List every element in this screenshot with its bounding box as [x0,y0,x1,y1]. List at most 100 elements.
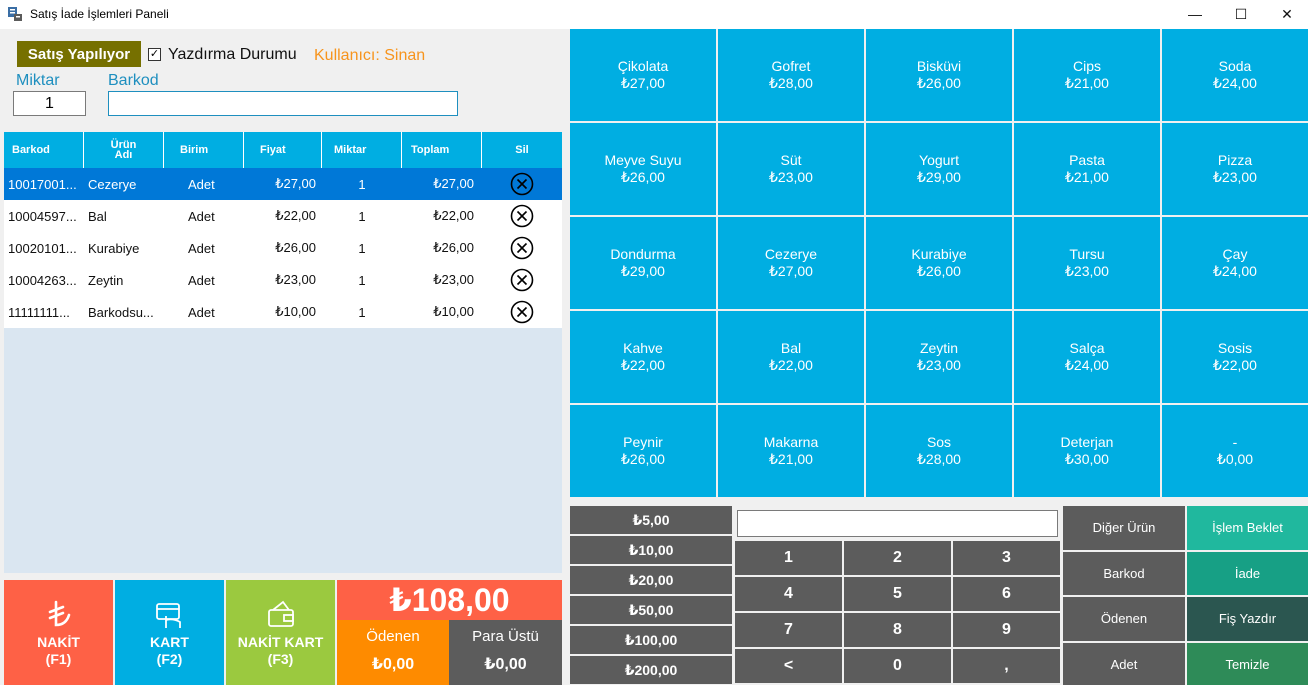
cart-grid: Barkod Ürün Adı Birim Fiyat Miktar Topla… [4,132,562,573]
numpad-key[interactable]: 7 [735,613,842,647]
numpad-key[interactable]: 5 [844,577,951,611]
product-button[interactable]: Dondurma ₺29,00 [570,217,716,309]
product-button[interactable]: Kahve ₺22,00 [570,311,716,403]
product-button[interactable]: Bisküvi ₺26,00 [866,29,1012,121]
table-row[interactable]: 10020101... Kurabiye Adet ₺26,00 1 ₺26,00 [4,232,562,264]
product-button[interactable]: Gofret ₺28,00 [718,29,864,121]
product-button[interactable]: Sos ₺28,00 [866,405,1012,497]
quick-cash-button[interactable]: ₺50,00 [570,596,732,624]
cell-qty: 1 [358,240,366,256]
barcode-button[interactable]: Barkod [1063,551,1185,595]
product-name: Salça [1069,340,1105,356]
maximize-button[interactable]: ☐ [1218,0,1264,28]
lira-icon [48,600,70,626]
left-panel: Satış Yapılıyor ✓ Yazdırma Durumu Kullan… [0,29,566,685]
minimize-button[interactable]: — [1172,0,1218,28]
cell-total: ₺26,00 [433,240,474,255]
table-row[interactable]: 11111111... Barkodsu... Adet ₺10,00 1 ₺10,00 [4,296,562,328]
numpad-key[interactable]: 8 [844,613,951,647]
close-button[interactable]: ✕ [1264,0,1308,28]
print-status-label[interactable]: Yazdırma Durumu [168,46,297,64]
circle-x-icon[interactable] [510,268,534,292]
header-barcode[interactable]: Barkod [4,132,84,168]
product-button[interactable]: - ₺0,00 [1162,405,1308,497]
numpad-key[interactable]: 9 [953,613,1060,647]
cash-shortcut: (F1) [45,650,72,667]
refund-button[interactable]: İade [1187,551,1308,595]
product-button[interactable]: Yogurt ₺29,00 [866,123,1012,215]
cell-total: ₺22,00 [433,208,474,223]
qty-button[interactable]: Adet [1063,642,1185,685]
numpad-display[interactable] [737,510,1058,537]
hold-transaction-button[interactable]: İşlem Beklet [1187,506,1308,550]
quick-cash-button[interactable]: ₺5,00 [570,506,732,534]
quick-cash-button[interactable]: ₺20,00 [570,566,732,594]
numpad-key[interactable]: 2 [844,541,951,575]
paid-button[interactable]: Ödenen [1063,597,1185,641]
circle-x-icon[interactable] [510,172,534,196]
cell-unit: Adet [188,240,215,256]
delete-cell [482,168,562,200]
product-button[interactable]: Makarna ₺21,00 [718,405,864,497]
product-button[interactable]: Salça ₺24,00 [1014,311,1160,403]
product-button[interactable]: Tursu ₺23,00 [1014,217,1160,309]
cell-price: ₺26,00 [275,240,316,255]
header-unit[interactable]: Birim [164,132,244,168]
numpad-key[interactable]: 0 [844,649,951,683]
product-price: ₺26,00 [917,75,961,91]
cell-qty: 1 [358,176,366,192]
header-price[interactable]: Fiyat [244,132,322,168]
print-receipt-button[interactable]: Fiş Yazdır [1187,597,1308,641]
product-button[interactable]: Kurabiye ₺26,00 [866,217,1012,309]
quick-cash-button[interactable]: ₺100,00 [570,626,732,654]
cell-unit: Adet [188,272,215,288]
status-badge: Satış Yapılıyor [17,41,141,67]
circle-x-icon[interactable] [510,204,534,228]
other-product-button[interactable]: Diğer Ürün [1063,506,1185,550]
table-row[interactable]: 10004597... Bal Adet ₺22,00 1 ₺22,00 [4,200,562,232]
product-button[interactable]: Cips ₺21,00 [1014,29,1160,121]
product-button[interactable]: Süt ₺23,00 [718,123,864,215]
product-button[interactable]: Çay ₺24,00 [1162,217,1308,309]
header-delete[interactable]: Sil [482,132,562,168]
product-price: ₺24,00 [1213,75,1257,91]
header-total[interactable]: Toplam [402,132,482,168]
numpad-key[interactable]: 1 [735,541,842,575]
numpad-key[interactable]: < [735,649,842,683]
numpad-key[interactable]: 4 [735,577,842,611]
product-price: ₺23,00 [1213,169,1257,185]
table-row[interactable]: 10004263... Zeytin Adet ₺23,00 1 ₺23,00 [4,264,562,296]
header-qty[interactable]: Miktar [322,132,402,168]
table-row[interactable]: 10017001... Cezerye Adet ₺27,00 1 ₺27,00 [4,168,562,200]
product-button[interactable]: Meyve Suyu ₺26,00 [570,123,716,215]
cash-card-payment-button[interactable]: NAKİT KART (F3) [226,580,335,685]
barcode-label: Barkod [108,72,159,89]
product-button[interactable]: Pasta ₺21,00 [1014,123,1160,215]
cell-barcode: 11111111... [8,304,70,320]
product-button[interactable]: Cezerye ₺27,00 [718,217,864,309]
product-button[interactable]: Bal ₺22,00 [718,311,864,403]
numpad-key[interactable]: 6 [953,577,1060,611]
circle-x-icon[interactable] [510,236,534,260]
print-checkbox[interactable]: ✓ [148,48,161,61]
product-button[interactable]: Zeytin ₺23,00 [866,311,1012,403]
product-button[interactable]: Pizza ₺23,00 [1162,123,1308,215]
quick-cash-button[interactable]: ₺10,00 [570,536,732,564]
card-payment-button[interactable]: KART (F2) [115,580,224,685]
product-button[interactable]: Sosis ₺22,00 [1162,311,1308,403]
qty-input[interactable] [13,91,86,116]
numpad-key[interactable]: , [953,649,1060,683]
clear-button[interactable]: Temizle [1187,642,1308,685]
circle-x-icon[interactable] [510,300,534,324]
product-price: ₺24,00 [1065,357,1109,373]
product-button[interactable]: Soda ₺24,00 [1162,29,1308,121]
product-button[interactable]: Deterjan ₺30,00 [1014,405,1160,497]
cash-payment-button[interactable]: NAKİT (F1) [4,580,113,685]
barcode-input[interactable] [108,91,458,116]
cash-card-label: NAKİT KART [237,633,324,650]
header-product-name[interactable]: Ürün Adı [84,132,164,168]
product-button[interactable]: Çikolata ₺27,00 [570,29,716,121]
quick-cash-button[interactable]: ₺200,00 [570,656,732,684]
product-button[interactable]: Peynir ₺26,00 [570,405,716,497]
numpad-key[interactable]: 3 [953,541,1060,575]
